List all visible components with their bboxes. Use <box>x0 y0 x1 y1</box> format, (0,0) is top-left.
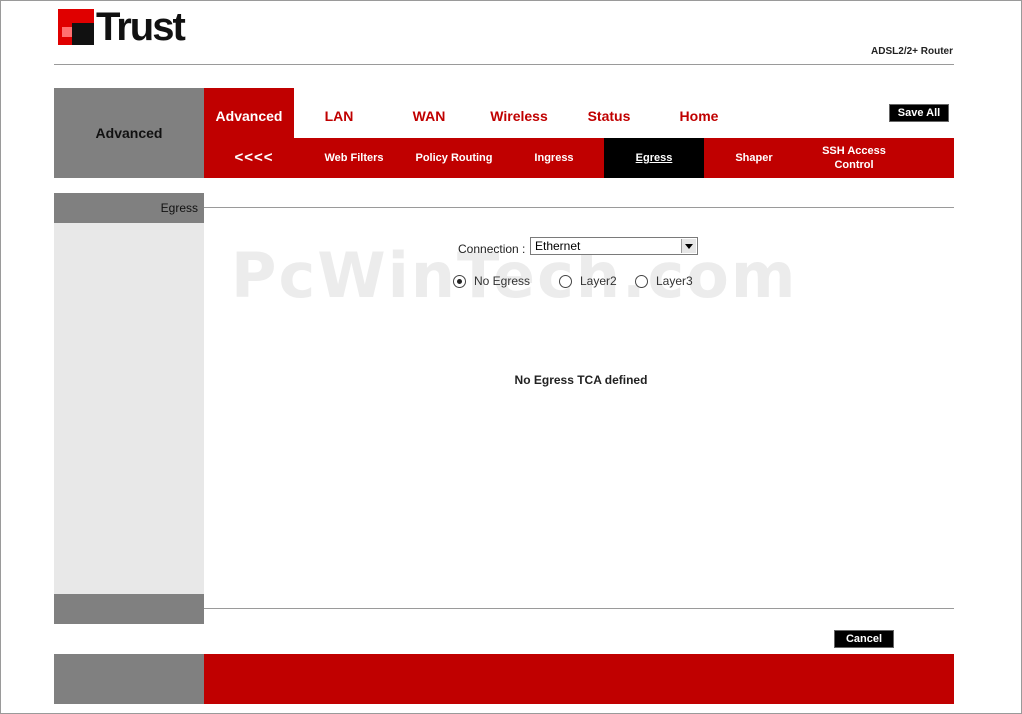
sidebar-footer <box>54 594 204 624</box>
sidebar-header: Egress <box>54 193 204 223</box>
radio-layer2-circle[interactable] <box>559 274 572 288</box>
radio-layer3-label: Layer3 <box>656 274 693 288</box>
footer-left-block <box>54 654 204 704</box>
trust-logo: Trust <box>58 5 186 49</box>
main-nav: Advanced LAN WAN Wireless Status Home <box>204 88 954 138</box>
radio-layer3-circle[interactable] <box>635 274 648 288</box>
subtab-egress[interactable]: Egress <box>604 138 704 178</box>
tab-lan[interactable]: LAN <box>294 88 384 138</box>
tab-wireless[interactable]: Wireless <box>474 88 564 138</box>
header-divider <box>54 64 954 65</box>
tab-home[interactable]: Home <box>654 88 744 138</box>
radio-no-egress[interactable]: No Egress <box>453 274 530 288</box>
radio-layer3[interactable]: Layer3 <box>635 274 693 288</box>
subtab-policy-routing[interactable]: Policy Routing <box>404 138 504 178</box>
no-tca-message: No Egress TCA defined <box>514 373 648 387</box>
sidebar-body <box>54 223 204 594</box>
subtab-ssh-access-control[interactable]: SSH Access Control <box>804 138 904 178</box>
cancel-button[interactable]: Cancel <box>834 630 894 648</box>
section-title: Advanced <box>95 125 163 141</box>
connection-select[interactable]: Ethernet <box>530 237 698 255</box>
trust-logo-mark-icon <box>58 9 94 45</box>
tab-advanced[interactable]: Advanced <box>204 88 294 138</box>
browser-viewport: Trust ADSL2/2+ Router Advanced Advanced … <box>0 0 1022 714</box>
radio-no-egress-circle[interactable] <box>453 274 466 288</box>
content-bottom-divider <box>204 608 954 609</box>
radio-no-egress-label: No Egress <box>474 274 531 288</box>
subtab-shaper[interactable]: Shaper <box>704 138 804 178</box>
chevron-down-icon[interactable] <box>681 239 696 253</box>
vertical-scrollbar[interactable] <box>1004 1 1021 713</box>
tab-status[interactable]: Status <box>564 88 654 138</box>
subtab-web-filters[interactable]: Web Filters <box>304 138 404 178</box>
sidebar-title: Egress <box>160 201 198 215</box>
sub-nav: <<<< Web Filters Policy Routing Ingress … <box>204 138 954 178</box>
subtab-back[interactable]: <<<< <box>204 138 304 178</box>
content-top-divider <box>204 207 954 208</box>
footer-right-block <box>204 654 954 704</box>
tab-wan[interactable]: WAN <box>384 88 474 138</box>
section-title-block: Advanced <box>54 88 204 178</box>
radio-layer2-label: Layer2 <box>580 274 617 288</box>
logo-text: Trust <box>96 5 186 49</box>
connection-label: Connection : <box>458 242 526 256</box>
connection-select-value: Ethernet <box>535 239 581 253</box>
subtab-ingress[interactable]: Ingress <box>504 138 604 178</box>
product-name: ADSL2/2+ Router <box>871 46 953 57</box>
save-all-button[interactable]: Save All <box>889 104 949 122</box>
radio-layer2[interactable]: Layer2 <box>559 274 617 288</box>
